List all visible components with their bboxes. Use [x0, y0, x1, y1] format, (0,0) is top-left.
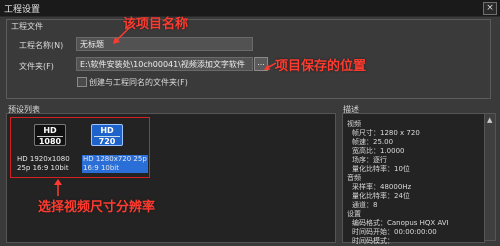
desc-line: 时间码模式：: [352, 237, 394, 245]
annotation-presets: 选择视频尺寸分辨率: [38, 200, 156, 215]
preset-1080-line2: 25p 16:9 10bit: [17, 164, 69, 172]
preset-1080-text[interactable]: HD 1920x1080 25p 16:9 10bit: [17, 155, 70, 173]
preset-720-icon[interactable]: HD 720: [91, 124, 123, 146]
create-folder-label: 创建与工程同名的文件夹(F): [89, 78, 188, 87]
window-title: 工程设置: [4, 5, 41, 15]
title-bar: 工程设置 ×: [0, 0, 500, 17]
annotation-arrow-presets: [54, 179, 62, 196]
preset-1080-badge-bottom: 1080: [37, 136, 63, 146]
preset-1080-icon[interactable]: HD 1080: [34, 124, 66, 146]
project-name-label: 工程名称(N): [19, 41, 64, 50]
description-scrollbar[interactable]: ▲: [484, 113, 496, 241]
folder-path-input[interactable]: E:\软件安装处\10ch00041\视频添加文字软件: [76, 57, 253, 71]
preset-720-badge-top: HD: [100, 126, 114, 135]
preset-1080-line1: HD 1920x1080: [17, 155, 70, 163]
annotation-folder: 项目保存的位置: [275, 59, 367, 74]
project-file-group-title: 工程文件: [10, 21, 44, 32]
preset-1080-badge-top: HD: [43, 126, 57, 135]
preset-720-badge-bottom: 720: [94, 136, 120, 147]
create-folder-checkbox[interactable]: [77, 77, 87, 87]
preset-720-line2: 16:9 10bit: [83, 164, 119, 172]
preset-720-line1: HD 1280x720 25p: [83, 155, 147, 163]
close-button[interactable]: ×: [483, 2, 497, 15]
folder-label: 文件夹(F): [19, 62, 54, 71]
preset-720-text[interactable]: HD 1280x720 25p 16:9 10bit: [82, 155, 148, 173]
annotation-arrow-name: [113, 26, 131, 44]
project-name-input[interactable]: 无标题: [76, 37, 253, 51]
scroll-up-icon[interactable]: ▲: [487, 116, 492, 124]
annotation-arrow-folder: [264, 62, 277, 70]
